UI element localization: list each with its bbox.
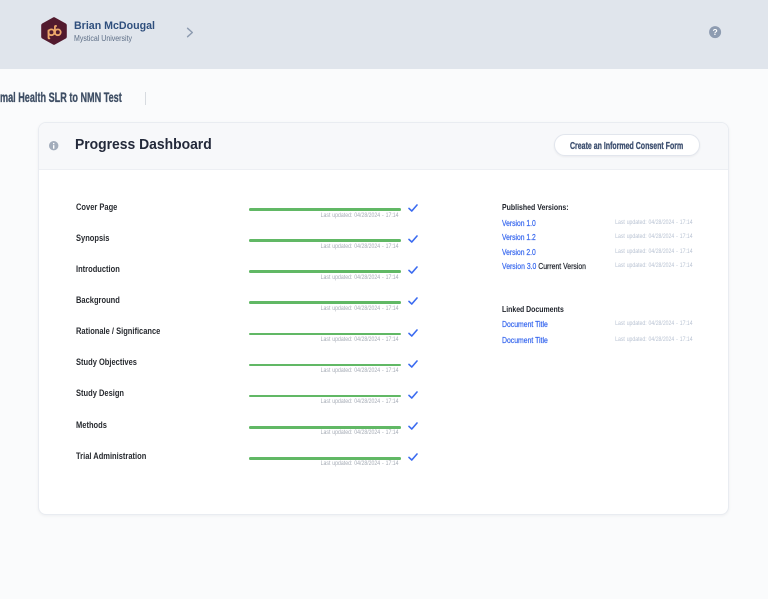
svg-text:?: ? [712,27,717,37]
